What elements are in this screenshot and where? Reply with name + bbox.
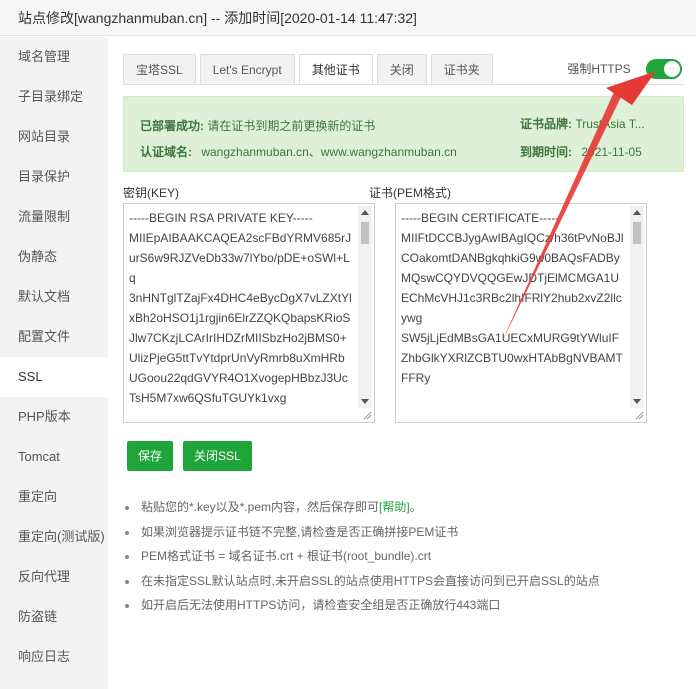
tip-suffix: 。: [409, 500, 422, 514]
tab-divider: [123, 84, 684, 85]
tip-item: 在未指定SSL默认站点时,未开启SSL的站点使用HTTPS会直接访问到已开启SS…: [123, 569, 600, 594]
tip-text: 在未指定SSL默认站点时,未开启SSL的站点使用HTTPS会直接访问到已开启SS…: [141, 573, 600, 588]
sidebar-item-subdir[interactable]: 子目录绑定: [0, 77, 108, 117]
key-textarea[interactable]: -----BEGIN RSA PRIVATE KEY----- MIIEpAIB…: [123, 203, 375, 423]
cert-domain-label: 认证域名:: [140, 145, 192, 159]
tab-lets-encrypt[interactable]: Let's Encrypt: [199, 54, 295, 84]
tip-text: 如开启后无法使用HTTPS访问，请检查安全组是否正确放行443端口: [141, 598, 501, 612]
tip-text: 如果浏览器提示证书链不完整,请检查是否正确拼接PEM证书: [141, 524, 459, 539]
sidebar-item-redirect-beta[interactable]: 重定向(测试版): [0, 517, 108, 557]
sidebar-item-rewrite[interactable]: 伪静态: [0, 237, 108, 277]
main-panel: 宝塔SSL Let's Encrypt 其他证书 关闭 证书夹 强制HTTPS …: [108, 37, 696, 689]
sidebar: 域名管理 子目录绑定 网站目录 目录保护 流量限制 伪静态 默认文档 配置文件 …: [0, 37, 108, 689]
sidebar-item-redirect[interactable]: 重定向: [0, 477, 108, 517]
sidebar-item-dir-protect[interactable]: 目录保护: [0, 157, 108, 197]
cert-textarea-content: -----BEGIN CERTIFICATE----- MIIFtDCCBJyg…: [401, 211, 624, 385]
close-ssl-button[interactable]: 关闭SSL: [183, 441, 252, 471]
sidebar-item-tomcat[interactable]: Tomcat: [0, 437, 108, 477]
sidebar-item-log[interactable]: 响应日志: [0, 637, 108, 677]
sidebar-item-hotlink[interactable]: 防盗链: [0, 597, 108, 637]
tips-list: 粘贴您的*.key以及*.pem内容，然后保存即可[帮助]。 如果浏览器提示证书…: [123, 495, 600, 618]
key-scrollbar[interactable]: [358, 206, 372, 408]
cert-expire-label: 到期时间:: [520, 145, 572, 159]
toggle-knob: [664, 60, 680, 77]
tip-item: 如果浏览器提示证书链不完整,请检查是否正确拼接PEM证书: [123, 520, 600, 545]
sidebar-item-traffic[interactable]: 流量限制: [0, 197, 108, 237]
cert-scrollbar[interactable]: [630, 206, 644, 408]
sidebar-item-site-dir[interactable]: 网站目录: [0, 117, 108, 157]
deploy-status-label: 已部署成功:: [140, 119, 204, 133]
key-textarea-content: -----BEGIN RSA PRIVATE KEY----- MIIEpAIB…: [129, 211, 352, 405]
tip-item: PEM格式证书 = 域名证书.crt + 根证书(root_bundle).cr…: [123, 544, 600, 569]
deploy-status-text: 请在证书到期之前更换新的证书: [207, 119, 376, 133]
save-button[interactable]: 保存: [127, 441, 174, 471]
sidebar-item-php[interactable]: PHP版本: [0, 397, 108, 437]
window-title: 站点修改[wangzhanmuban.cn] -- 添加时间[2020-01-1…: [0, 0, 696, 36]
sidebar-item-config[interactable]: 配置文件: [0, 317, 108, 357]
cert-textarea[interactable]: -----BEGIN CERTIFICATE----- MIIFtDCCBJyg…: [395, 203, 647, 423]
force-https: 强制HTTPS: [567, 57, 682, 79]
help-link[interactable]: [帮助]: [379, 500, 410, 514]
tip-item: 粘贴您的*.key以及*.pem内容，然后保存即可[帮助]。: [123, 495, 600, 520]
tip-text: 粘贴您的*.key以及*.pem内容，然后保存即可: [141, 500, 380, 514]
tab-close[interactable]: 关闭: [376, 54, 427, 84]
tab-cert-folder[interactable]: 证书夹: [430, 54, 493, 84]
resize-grip-icon[interactable]: [634, 410, 644, 420]
tab-bt-ssl[interactable]: 宝塔SSL: [123, 54, 196, 84]
tip-text: PEM格式证书 = 域名证书.crt + 根证书(root_bundle).cr…: [141, 549, 432, 563]
cert-expire-value: 2021-11-05: [581, 145, 642, 159]
sidebar-item-proxy[interactable]: 反向代理: [0, 557, 108, 597]
ssl-tabs: 宝塔SSL Let's Encrypt 其他证书 关闭 证书夹: [123, 54, 497, 84]
cert-info-panel: 已部署成功: 请在证书到期之前更换新的证书 证书品牌: TrustAsia T.…: [123, 96, 684, 172]
resize-grip-icon[interactable]: [362, 410, 372, 420]
cert-brand-value: TrustAsia T...: [575, 117, 645, 131]
cert-field-label: 证书(PEM格式): [369, 186, 451, 200]
force-https-toggle[interactable]: [646, 58, 682, 79]
sidebar-item-domain[interactable]: 域名管理: [0, 37, 108, 77]
force-https-label: 强制HTTPS: [567, 61, 631, 76]
sidebar-item-default-doc[interactable]: 默认文档: [0, 277, 108, 317]
cert-domain-value: wangzhanmuban.cn、www.wangzhanmuban.cn: [201, 145, 457, 159]
cert-brand-label: 证书品牌:: [520, 117, 572, 131]
tip-item: 如开启后无法使用HTTPS访问，请检查安全组是否正确放行443端口: [123, 593, 600, 618]
sidebar-item-ssl[interactable]: SSL: [0, 357, 108, 397]
key-field-label: 密钥(KEY): [123, 186, 180, 200]
tab-other-cert[interactable]: 其他证书: [298, 54, 373, 84]
